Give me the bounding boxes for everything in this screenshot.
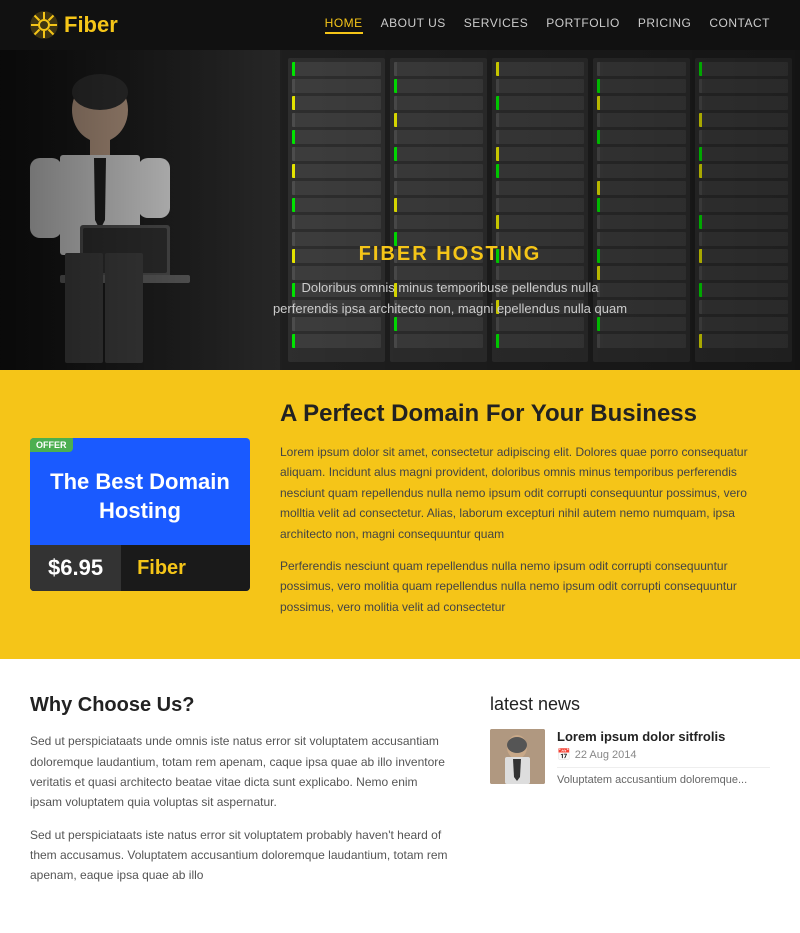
hero-title: FIBER HOSTING <box>273 243 627 266</box>
nav-contact[interactable]: CONTACT <box>709 16 770 34</box>
news-thumbnail <box>490 729 545 784</box>
offer-brand: Fiber <box>121 547 202 590</box>
hero-section: FIBER HOSTING Doloribus omnis minus temp… <box>0 50 800 370</box>
hero-content: FIBER HOSTING Doloribus omnis minus temp… <box>273 243 627 370</box>
news-headline[interactable]: Lorem ipsum dolor sitfrolis <box>557 729 770 744</box>
news-title: latest news <box>490 694 770 715</box>
nav-home[interactable]: HOME <box>325 16 363 34</box>
news-divider <box>557 767 770 768</box>
news-person-icon <box>490 729 545 784</box>
why-text-2: Sed ut perspiciataats iste natus error s… <box>30 825 450 886</box>
bottom-section: Why Choose Us? Sed ut perspiciataats und… <box>0 659 800 933</box>
hero-subtitle: Doloribus omnis minus temporibuse pellen… <box>273 278 627 320</box>
news-section: latest news Lorem ipsum dolor sitfrolis … <box>490 694 770 898</box>
news-date-text: 22 Aug 2014 <box>575 749 637 761</box>
nav: HOME ABOUT US SERVICES PORTFOLIO PRICING… <box>325 16 770 34</box>
offer-price-bar: $6.95 Fiber <box>30 545 250 591</box>
offer-title: The Best Domain Hosting <box>30 438 250 545</box>
calendar-icon: 📅 <box>557 748 571 761</box>
logo[interactable]: Fiber <box>30 11 118 39</box>
domain-text-2: Perferendis nesciunt quam repellendus nu… <box>280 556 770 617</box>
offer-card: OFFER The Best Domain Hosting $6.95 Fibe… <box>30 438 250 591</box>
nav-services[interactable]: SERVICES <box>464 16 528 34</box>
nav-about[interactable]: ABOUT US <box>381 16 446 34</box>
why-choose-section: Why Choose Us? Sed ut perspiciataats und… <box>30 694 490 898</box>
news-excerpt: Voluptatem accusantium doloremque... <box>557 774 770 786</box>
why-choose-title: Why Choose Us? <box>30 694 450 717</box>
domain-text-1: Lorem ipsum dolor sit amet, consectetur … <box>280 442 770 544</box>
logo-text: Fiber <box>64 12 118 38</box>
nav-portfolio[interactable]: PORTFOLIO <box>546 16 620 34</box>
header: Fiber HOME ABOUT US SERVICES PORTFOLIO P… <box>0 0 800 50</box>
news-info: Lorem ipsum dolor sitfrolis 📅 22 Aug 201… <box>557 729 770 786</box>
logo-icon <box>30 11 58 39</box>
nav-pricing[interactable]: PRICING <box>638 16 692 34</box>
offer-section: OFFER The Best Domain Hosting $6.95 Fibe… <box>0 370 800 659</box>
news-date: 📅 22 Aug 2014 <box>557 748 770 761</box>
domain-content: A Perfect Domain For Your Business Lorem… <box>280 400 770 629</box>
offer-badge: OFFER <box>30 438 73 452</box>
news-item: Lorem ipsum dolor sitfrolis 📅 22 Aug 201… <box>490 729 770 786</box>
domain-title: A Perfect Domain For Your Business <box>280 400 770 428</box>
why-text-1: Sed ut perspiciataats unde omnis iste na… <box>30 731 450 813</box>
offer-price: $6.95 <box>30 545 121 591</box>
